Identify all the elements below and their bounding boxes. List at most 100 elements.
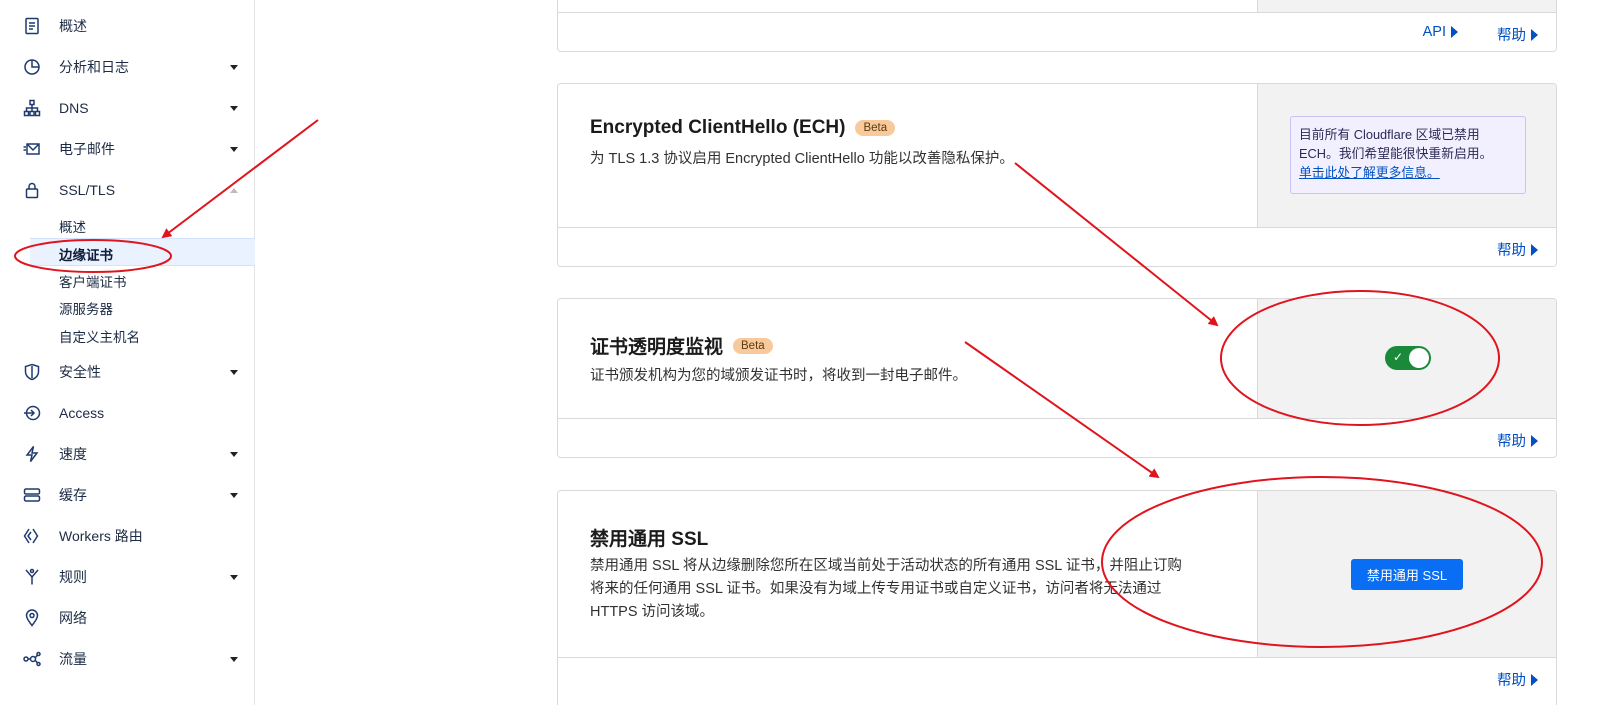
description-line: 将来的任何通用 SSL 证书。如果没有为域上传专用证书或自定义证书，访问者将无法… [590,581,1162,597]
sidebar-item-label: Access [59,405,105,421]
subnav-item-edge-certificates[interactable]: 边缘证书 [59,244,113,264]
sidebar-item-workers-routes[interactable]: Workers 路由 [0,521,255,551]
caret-right-icon [1531,243,1538,256]
sidebar-item-label: DNS [59,100,89,116]
chevron-down-icon [230,574,238,580]
ech-card-description: 为 TLS 1.3 协议启用 Encrypted ClientHello 功能以… [590,151,1014,167]
api-link-label: API [1422,24,1446,40]
caret-right-icon [1531,28,1538,41]
lightning-icon [22,444,42,464]
ech-card-side: 目前所有 Cloudflare 区域已禁用 ECH。我们希望能很快重新启用。 单… [1257,84,1556,227]
sidebar-item-label: 规则 [59,569,87,585]
sidebar-item-label: 电子邮件 [59,141,115,157]
sidebar-item-label: SSL/TLS [59,182,116,198]
ct-card-title: 证书透明度监视 Beta [590,332,773,359]
server-stack-icon [22,485,42,505]
chevron-down-icon [230,451,238,457]
subnav-item-client-certificates[interactable]: 客户端证书 [59,271,127,291]
workers-icon [22,526,42,546]
access-icon [22,403,42,423]
ct-card-description: 证书颁发机构为您的域颁发证书时，将收到一封电子邮件。 [590,368,967,384]
caret-right-icon [1531,434,1538,447]
chevron-down-icon [230,369,238,375]
caret-right-icon [1531,673,1538,686]
top-card: API 帮助 [557,0,1557,52]
document-icon [22,16,42,36]
sidebar-item-caching[interactable]: 缓存 [0,480,255,510]
help-link[interactable]: 帮助 [1497,239,1538,260]
ech-card-title: Encrypted ClientHello (ECH) Beta [590,117,896,139]
universal-ssl-card-footer: 帮助 [558,657,1556,705]
sidebar-item-speed[interactable]: 速度 [0,439,255,469]
ct-monitoring-toggle[interactable]: ✓ [1385,346,1431,370]
rules-icon [22,567,42,587]
email-icon [22,139,42,159]
ct-monitoring-card: 证书透明度监视 Beta 证书颁发机构为您的域颁发证书时，将收到一封电子邮件。 … [557,298,1557,458]
chevron-down-icon [230,105,238,111]
sidebar-item-traffic[interactable]: 流量 [0,644,255,674]
ech-notice-text: 目前所有 Cloudflare 区域已禁用 ECH。我们希望能很快重新启用。 [1299,127,1493,161]
help-link[interactable]: 帮助 [1497,24,1538,45]
disable-universal-ssl-button[interactable]: 禁用通用 SSL [1351,559,1463,590]
chevron-down-icon [230,656,238,662]
subnav-item-origin-server[interactable]: 源服务器 [59,298,113,318]
learn-more-link[interactable]: 单击此处了解更多信息。 [1299,165,1440,180]
help-link-label: 帮助 [1497,434,1526,450]
universal-ssl-card-title: 禁用通用 SSL [590,524,708,551]
help-link[interactable]: 帮助 [1497,430,1538,451]
toggle-knob [1409,348,1429,368]
chevron-down-icon [230,492,238,498]
top-card-footer: API 帮助 [558,12,1556,51]
ct-title-text: 证书透明度监视 [590,337,724,358]
api-link[interactable]: API [1423,24,1458,40]
ech-card-main: Encrypted ClientHello (ECH) Beta 为 TLS 1… [558,84,1258,227]
subnav-item-overview[interactable]: 概述 [59,216,86,236]
sidebar-item-rules[interactable]: 规则 [0,562,255,592]
subnav-item-custom-hostnames[interactable]: 自定义主机名 [59,326,140,346]
sidebar-item-label: 速度 [59,446,87,462]
sidebar-item-label: 缓存 [59,487,87,503]
chevron-down-icon [230,64,238,70]
beta-badge: Beta [855,120,896,136]
universal-ssl-card: 禁用通用 SSL 禁用通用 SSL 将从边缘删除您所在区域当前处于活动状态的所有… [557,490,1557,705]
sidebar-item-label: 网络 [59,610,87,626]
help-link-label: 帮助 [1497,243,1526,259]
caret-right-icon [1451,26,1458,38]
page: 概述 分析和日志 DNS 电子邮件 SSL/TLS 概述 边缘证书 客户端证书 … [0,0,1605,705]
ct-card-side: ✓ [1257,299,1556,418]
sidebar-item-label: 流量 [59,651,87,667]
pie-chart-icon [22,57,42,77]
shield-icon [22,362,42,382]
sidebar-item-ssl-tls[interactable]: SSL/TLS [0,175,255,205]
sidebar-item-label: 分析和日志 [59,59,129,75]
beta-badge: Beta [733,337,773,354]
universal-ssl-title-text: 禁用通用 SSL [590,529,709,550]
sidebar-item-security[interactable]: 安全性 [0,357,255,387]
traffic-icon [22,649,42,669]
ct-card-footer: 帮助 [558,418,1556,457]
help-link-label: 帮助 [1497,673,1526,689]
ech-notice: 目前所有 Cloudflare 区域已禁用 ECH。我们希望能很快重新启用。 单… [1290,116,1526,194]
sidebar-item-dns[interactable]: DNS [0,93,255,123]
help-link[interactable]: 帮助 [1497,669,1538,690]
sidebar-item-overview[interactable]: 概述 [0,11,255,41]
chevron-down-icon [230,146,238,152]
sidebar-item-label: 概述 [59,18,87,34]
ech-title-text: Encrypted ClientHello (ECH) [590,117,846,138]
sidebar: 概述 分析和日志 DNS 电子邮件 SSL/TLS 概述 边缘证书 客户端证书 … [0,0,255,705]
ct-card-main: 证书透明度监视 Beta 证书颁发机构为您的域颁发证书时，将收到一封电子邮件。 [558,299,1258,418]
sidebar-item-label: Workers 路由 [59,528,143,544]
sidebar-item-network[interactable]: 网络 [0,603,255,633]
help-link-label: 帮助 [1497,28,1526,44]
universal-ssl-card-side: 禁用通用 SSL [1257,491,1556,657]
location-pin-icon [22,608,42,628]
description-line: 禁用通用 SSL 将从边缘删除您所在区域当前处于活动状态的所有通用 SSL 证书… [590,558,1182,574]
chevron-up-icon [230,187,238,193]
universal-ssl-card-main: 禁用通用 SSL 禁用通用 SSL 将从边缘删除您所在区域当前处于活动状态的所有… [558,491,1258,657]
sidebar-item-email[interactable]: 电子邮件 [0,134,255,164]
description-line: HTTPS 访问该域。 [590,604,715,620]
sidebar-item-access[interactable]: Access [0,398,255,428]
lock-icon [22,180,42,200]
check-icon: ✓ [1393,350,1404,364]
sidebar-item-analytics[interactable]: 分析和日志 [0,52,255,82]
